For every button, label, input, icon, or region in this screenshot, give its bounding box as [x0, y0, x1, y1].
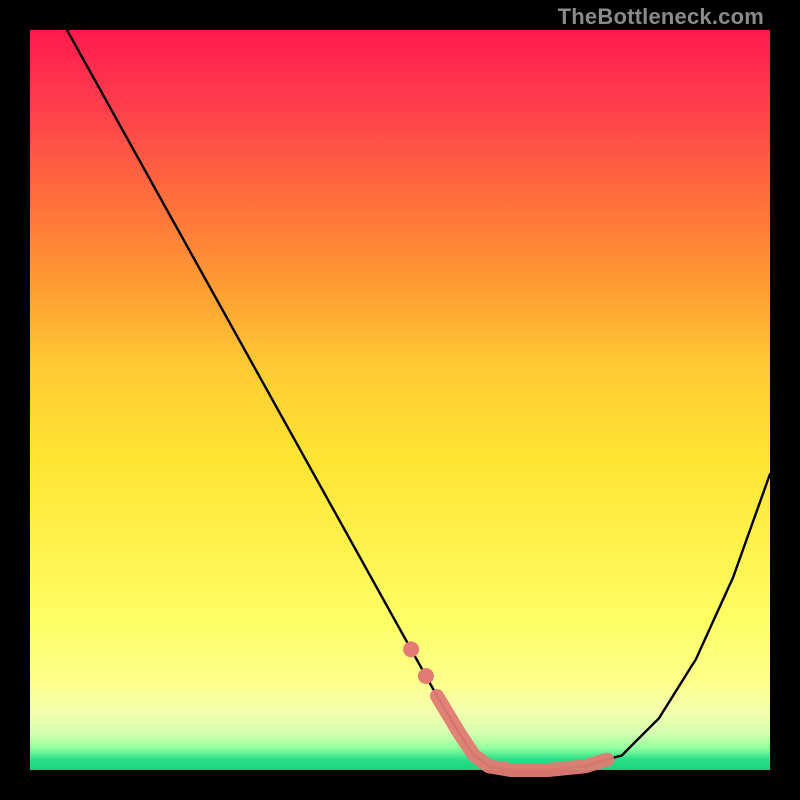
chart-frame: [30, 30, 770, 770]
watermark-text: TheBottleneck.com: [558, 4, 764, 30]
highlight-dot: [418, 668, 434, 684]
bottleneck-curve-highlight: [437, 696, 607, 770]
chart-svg: [30, 30, 770, 770]
bottleneck-curve-path: [67, 30, 770, 770]
highlight-dot: [403, 641, 419, 657]
